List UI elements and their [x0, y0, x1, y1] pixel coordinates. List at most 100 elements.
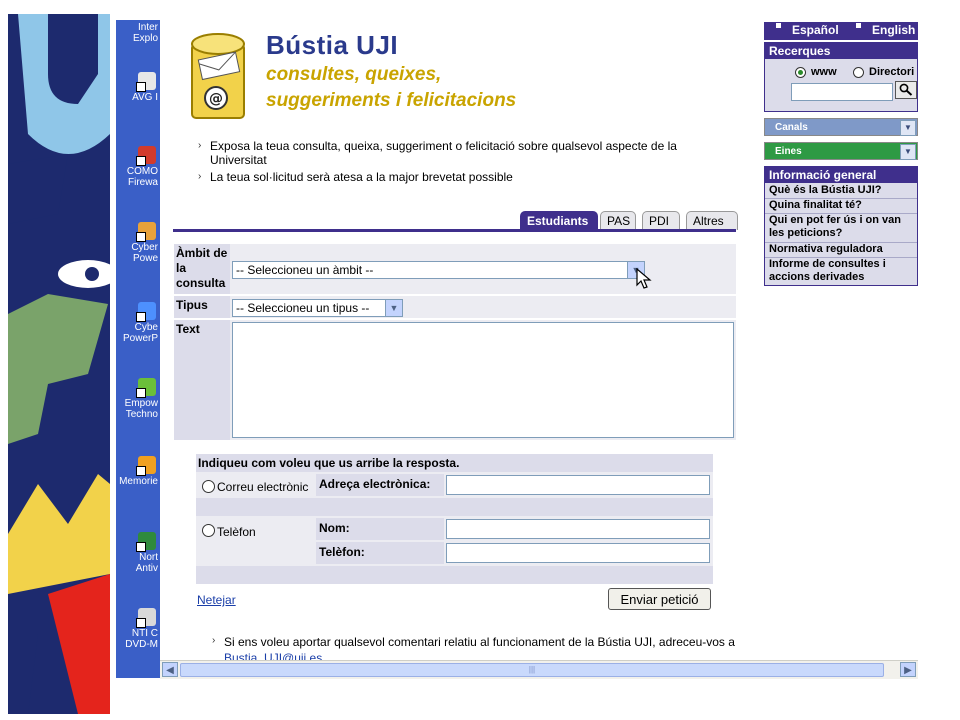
shortcut-label: PowerP	[122, 333, 158, 344]
intro-item: › Exposa la teua consulta, queixa, sugge…	[198, 139, 710, 167]
language-link-english[interactable]: English	[872, 23, 915, 37]
browser-page: @ Bústia UJI consultes, queixes, suggeri…	[160, 20, 918, 660]
search-www-radio[interactable]	[795, 67, 806, 78]
chevron-down-icon[interactable]: ▼	[900, 120, 916, 136]
search-directory-radio[interactable]	[853, 67, 864, 78]
page-subtitle: suggeriments i felicitacions	[266, 90, 517, 111]
info-link[interactable]: Quina finalitat té?	[769, 199, 919, 212]
desktop-shortcut-comodo[interactable]: COMO Firewa	[116, 146, 160, 188]
bullet-arrow-icon: ›	[198, 140, 202, 151]
footer-note-text: Si ens voleu aportar qualsevol comentari…	[224, 635, 735, 649]
search-panel-title: Recerques	[765, 43, 917, 59]
phone-field-label: Telèfon:	[316, 542, 444, 564]
desktop-shortcut-internet-explorer[interactable]: Inter Explo	[116, 22, 160, 44]
search-www-label[interactable]: www	[811, 66, 837, 78]
shortcut-label: Inter	[137, 22, 158, 33]
cyberlink-power-icon	[136, 222, 156, 242]
horizontal-scrollbar[interactable]: ◀ ||| ▶	[160, 660, 918, 679]
name-field-label: Nom:	[316, 518, 444, 540]
mouse-pointer-icon	[636, 268, 652, 289]
channels-dropdown[interactable]: Canals ▼	[764, 118, 918, 136]
language-bullet-icon	[856, 23, 861, 28]
info-link[interactable]: Normativa reguladora	[769, 243, 919, 256]
phone-field[interactable]	[446, 543, 710, 563]
nti-dvd-maker-icon	[136, 608, 156, 628]
chevron-down-icon[interactable]: ▼	[900, 144, 916, 160]
scrollbar-thumb[interactable]: |||	[180, 663, 884, 677]
search-button[interactable]	[895, 81, 917, 99]
tab-underline	[173, 229, 736, 232]
tab-altres[interactable]: Altres	[686, 211, 738, 230]
shortcut-label: Cybe	[134, 322, 158, 333]
chevron-down-icon[interactable]: ▼	[385, 300, 402, 316]
tools-dropdown-label: Eines	[775, 146, 802, 157]
tab-pas[interactable]: PAS	[600, 211, 636, 230]
general-info-title: Informació general	[765, 167, 917, 183]
phone-option-radio[interactable]	[202, 524, 215, 537]
memories-icon	[136, 456, 156, 476]
comodo-firewall-icon	[136, 146, 156, 166]
desktop-shortcut-empowering-technology[interactable]: Empow Techno	[116, 378, 160, 420]
shortcut-label: DVD-M	[125, 639, 158, 650]
tools-dropdown[interactable]: Eines ▼	[764, 142, 918, 160]
language-bar: Español English	[764, 22, 918, 40]
wallpaper-art-icon	[8, 14, 110, 714]
intro-item: › La teua sol·licitud serà atesa a la ma…	[198, 170, 710, 184]
message-textarea[interactable]	[232, 322, 734, 438]
desktop-icon-column: Inter Explo AVG I COMO Firewa Cyber Powe…	[116, 20, 160, 678]
tab-pdi[interactable]: PDI	[642, 211, 680, 230]
text-label: Text	[174, 320, 230, 440]
avg-antivirus-icon	[136, 72, 156, 92]
intro-text: Exposa la teua consulta, queixa, suggeri…	[210, 139, 677, 167]
info-link[interactable]: Qui en pot fer ús i on van les peticions…	[769, 214, 919, 240]
scroll-left-icon[interactable]: ◀	[162, 662, 178, 677]
language-link-spanish[interactable]: Español	[792, 23, 839, 37]
response-section-title: Indiqueu com voleu que us arribe la resp…	[196, 454, 713, 472]
search-icon	[899, 83, 913, 96]
channels-dropdown-label: Canals	[775, 122, 808, 133]
svg-text:@: @	[209, 91, 223, 107]
search-directory-label[interactable]: Directori	[869, 66, 914, 78]
desktop-shortcut-avg[interactable]: AVG I	[116, 72, 160, 103]
bullet-arrow-icon: ›	[198, 171, 202, 182]
email-option-radio[interactable]	[202, 480, 215, 493]
name-field[interactable]	[446, 519, 710, 539]
ambit-label: Àmbit de la consulta	[174, 244, 230, 294]
desktop-shortcut-norton[interactable]: Nort Antiv	[116, 532, 160, 574]
bullet-arrow-icon: ›	[212, 635, 216, 646]
search-input[interactable]	[791, 83, 893, 101]
info-link[interactable]: Informe de consultes i accions derivades	[769, 258, 919, 284]
shortcut-label: NTI C	[131, 628, 158, 639]
footer-note: Si ens voleu aportar qualsevol comentari…	[224, 634, 744, 660]
intro-text: La teua sol·licitud serà atesa a la majo…	[210, 170, 513, 184]
submit-button[interactable]: Enviar petició	[608, 588, 711, 610]
reset-link[interactable]: Netejar	[197, 593, 236, 607]
page-subtitle: consultes, queixes,	[266, 64, 442, 85]
desktop-shortcut-nti-dvd-maker[interactable]: NTI C DVD-M	[116, 608, 160, 650]
tipus-select[interactable]: -- Seleccioneu un tipus -- ▼	[232, 299, 403, 317]
shortcut-label: Cyber	[131, 242, 158, 253]
tipus-select-value: -- Seleccioneu un tipus --	[236, 301, 370, 315]
scroll-right-icon[interactable]: ▶	[900, 662, 916, 677]
shortcut-label: Antiv	[135, 563, 158, 574]
phone-option-label[interactable]: Telèfon	[217, 525, 256, 539]
shortcut-label: AVG I	[132, 92, 158, 103]
page-title: Bústia UJI	[266, 30, 399, 60]
desktop-shortcut-cyberlink-power[interactable]: Cyber Powe	[116, 222, 160, 264]
desktop-wallpaper	[8, 14, 110, 714]
cyberlink-powerproducer-icon	[136, 302, 156, 322]
contact-email-link[interactable]: Bustia_UJI@uji.es	[224, 651, 322, 660]
desktop-shortcut-memories[interactable]: Memorie	[116, 456, 160, 487]
info-link[interactable]: Què és la Bústia UJI?	[769, 184, 919, 197]
email-field[interactable]	[446, 475, 710, 495]
shortcut-label: Memorie	[119, 476, 158, 487]
norton-antivirus-icon	[136, 532, 156, 552]
shortcut-label: Empow	[124, 398, 158, 409]
email-option-label[interactable]: Correu electrònic	[217, 480, 308, 494]
response-separator	[196, 498, 713, 516]
response-separator	[196, 566, 713, 584]
desktop-shortcut-cyberlink-powerproducer[interactable]: Cybe PowerP	[116, 302, 160, 344]
tab-estudiants[interactable]: Estudiants	[520, 211, 598, 230]
search-panel: Recerques www Directori	[764, 42, 918, 112]
ambit-select[interactable]: -- Seleccioneu un àmbit -- ▼	[232, 261, 645, 279]
